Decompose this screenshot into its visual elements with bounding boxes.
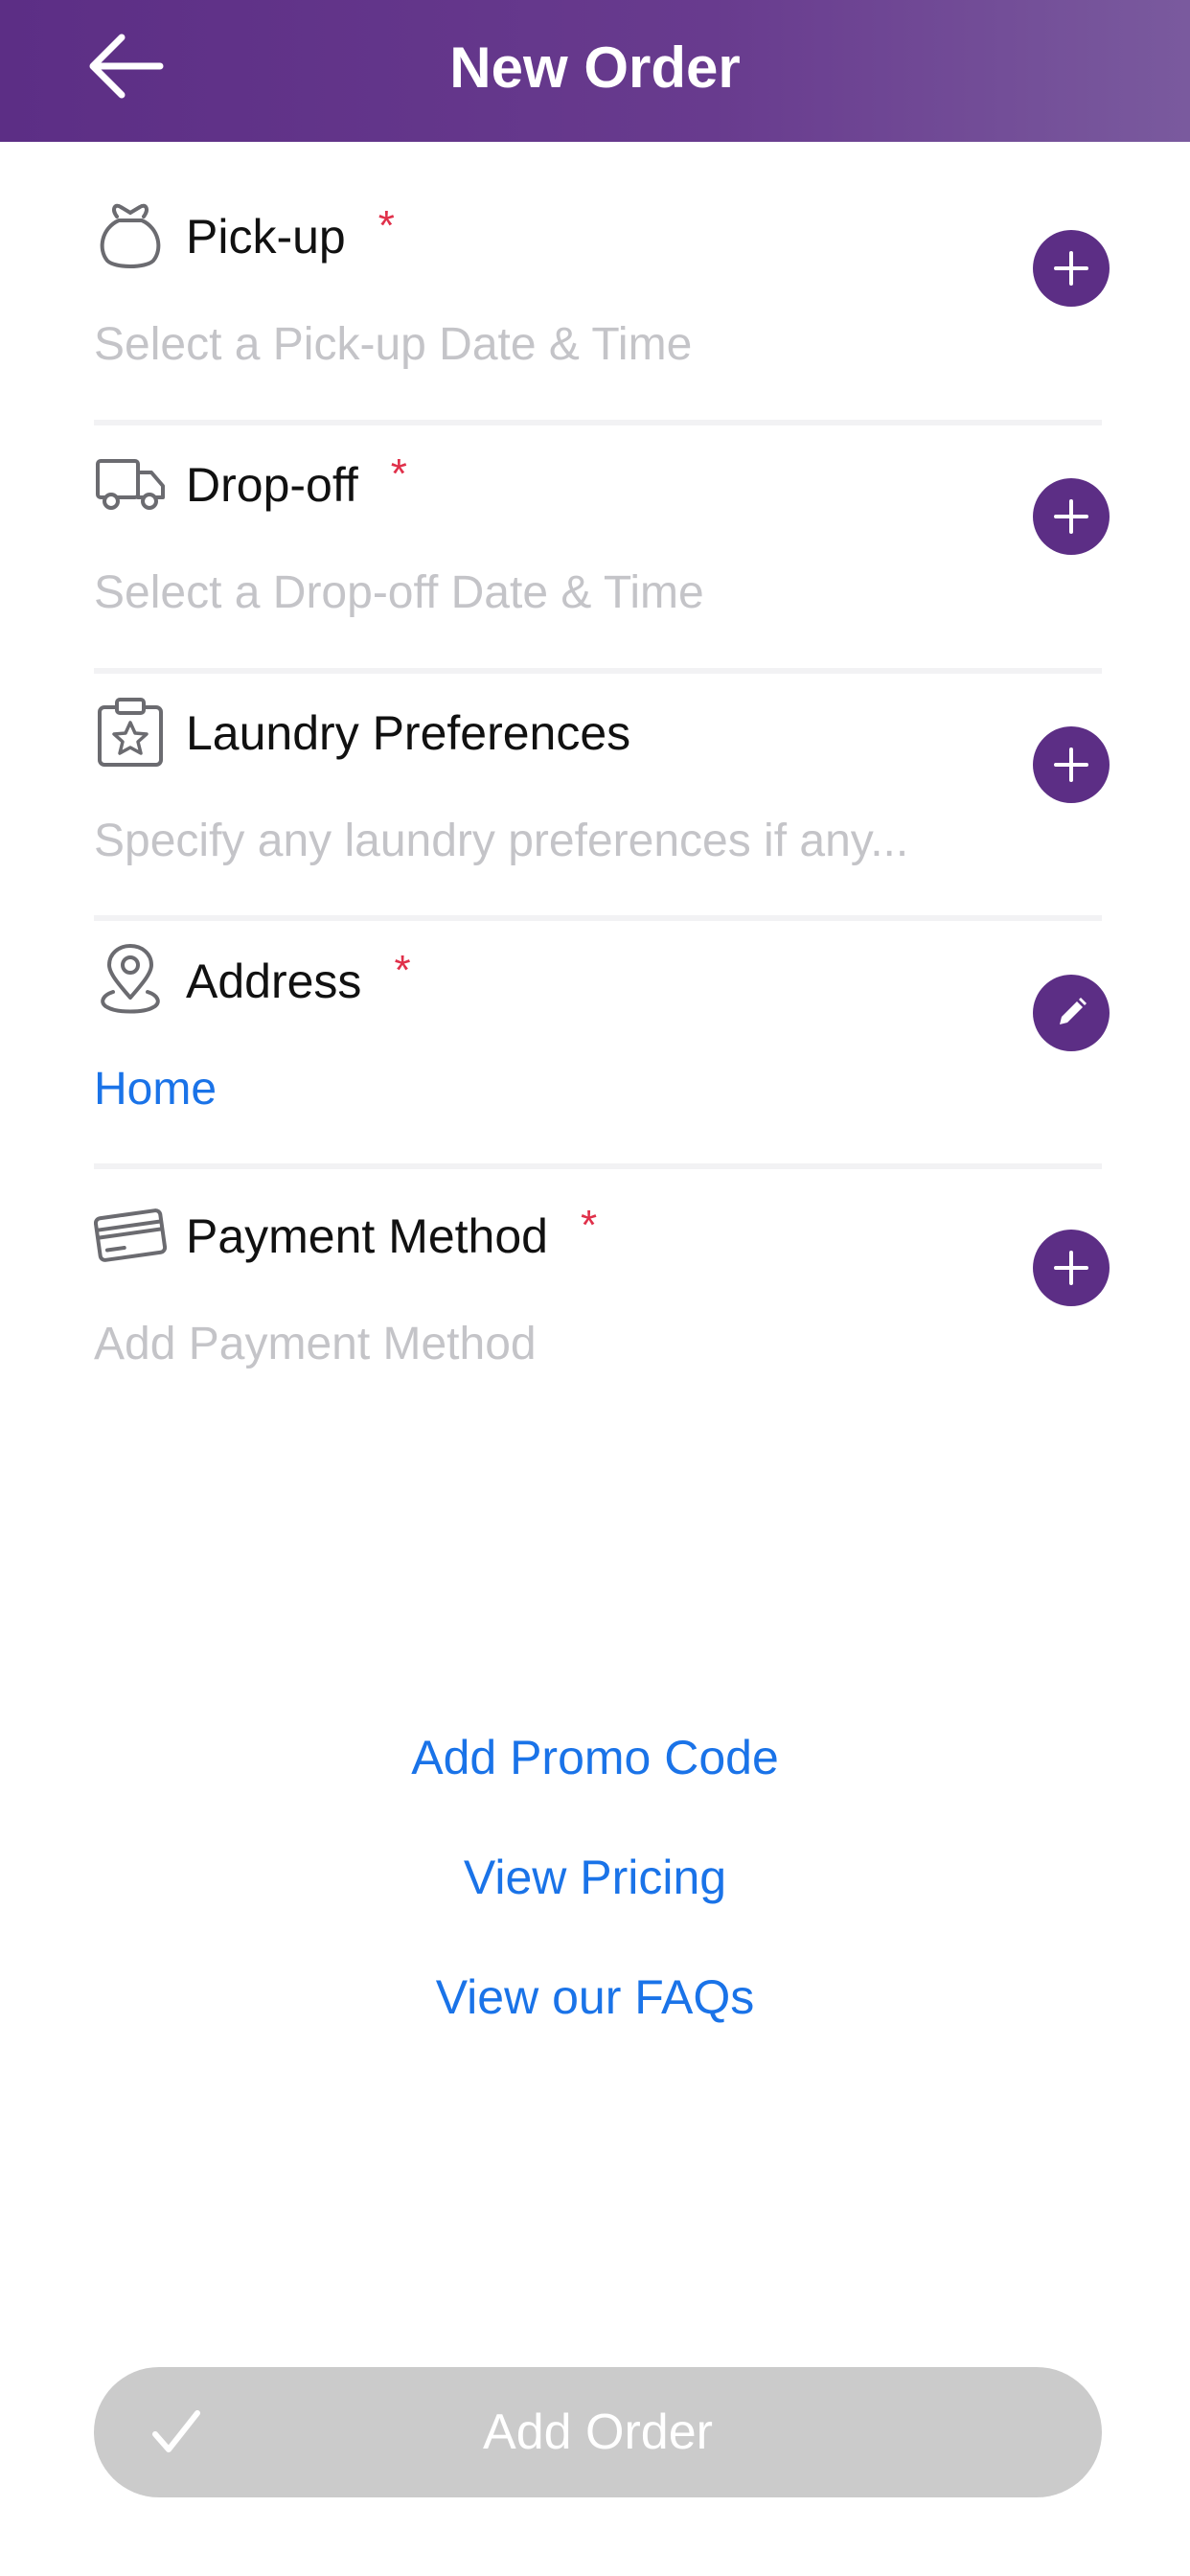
address-section[interactable]: Address * Home [94, 936, 1110, 1147]
clipboard-star-icon [94, 696, 167, 769]
top-bar: New Order [0, 0, 1190, 142]
plus-icon [1054, 748, 1088, 782]
plus-icon [1054, 499, 1088, 534]
payment-method-section[interactable]: Payment Method * Add Payment Method [94, 1191, 1110, 1402]
divider [94, 668, 1102, 674]
truck-icon [94, 448, 167, 520]
required-mark: * [390, 450, 407, 497]
divider [94, 1163, 1102, 1169]
pickup-label: Pick-up * [186, 202, 395, 264]
dropoff-section[interactable]: Drop-off * Select a Drop-off Date & Time [94, 440, 1110, 651]
required-mark: * [378, 202, 395, 249]
dropoff-label: Drop-off * [186, 450, 407, 512]
add-laundry-preferences-button[interactable] [1033, 726, 1110, 803]
required-mark: * [580, 1202, 598, 1249]
laundry-bag-icon [94, 199, 167, 272]
view-faqs-link[interactable]: View our FAQs [0, 1969, 1190, 2025]
laundry-preferences-section[interactable]: Laundry Preferences Specify any laundry … [94, 688, 1110, 899]
credit-card-icon [94, 1199, 167, 1272]
address-label: Address * [186, 947, 411, 1008]
laundry-preferences-label: Laundry Preferences [186, 706, 631, 760]
add-order-label: Add Order [483, 2404, 713, 2460]
plus-icon [1054, 251, 1088, 286]
add-pickup-button[interactable] [1033, 230, 1110, 307]
new-order-screen: New Order Pick-up * Select a Pick-up Date… [0, 0, 1190, 2576]
add-payment-method-button[interactable] [1033, 1230, 1110, 1306]
pickup-value: Select a Pick-up Date & Time [94, 319, 693, 370]
required-mark: * [394, 947, 411, 994]
address-value[interactable]: Home [94, 1063, 217, 1116]
add-dropoff-button[interactable] [1033, 478, 1110, 555]
edit-address-button[interactable] [1033, 975, 1110, 1051]
divider [94, 915, 1102, 921]
plus-icon [1054, 1251, 1088, 1285]
pickup-section[interactable]: Pick-up * Select a Pick-up Date & Time [94, 192, 1110, 402]
pencil-icon [1060, 998, 1087, 1024]
add-order-button[interactable]: Add Order [94, 2367, 1102, 2497]
payment-method-label: Payment Method * [186, 1202, 598, 1263]
page-title: New Order [449, 35, 741, 100]
location-pin-icon [94, 944, 167, 1017]
divider [94, 420, 1102, 426]
view-pricing-link[interactable]: View Pricing [0, 1850, 1190, 1905]
payment-method-value: Add Payment Method [94, 1319, 537, 1369]
laundry-preferences-value: Specify any laundry preferences if any..… [94, 816, 909, 866]
add-promo-code-link[interactable]: Add Promo Code [0, 1730, 1190, 1785]
dropoff-value: Select a Drop-off Date & Time [94, 567, 704, 618]
